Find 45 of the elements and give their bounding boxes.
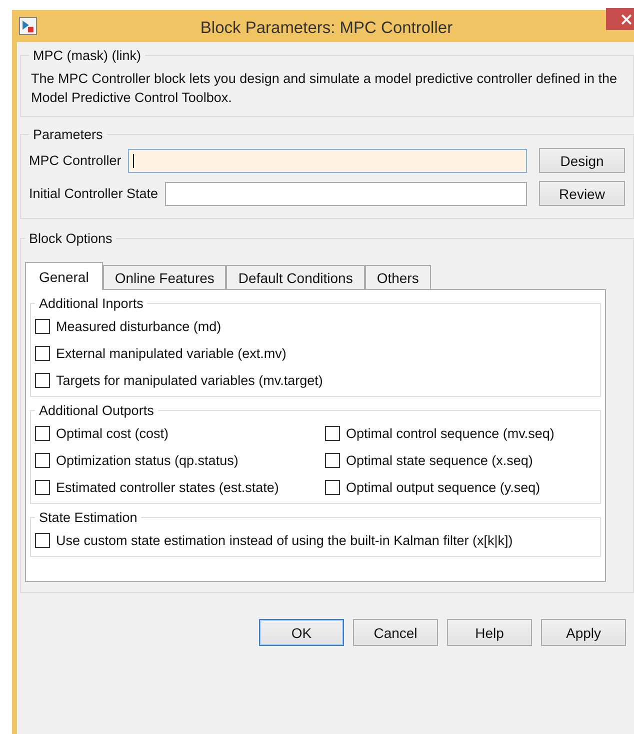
dialog-button[interactable]: Help xyxy=(447,619,532,646)
checkbox-option[interactable]: Optimal control sequence (mv.seq) xyxy=(325,426,592,441)
panel-title: Block Options xyxy=(28,231,114,246)
tab[interactable]: Default Conditions xyxy=(226,265,365,289)
input-field[interactable] xyxy=(165,182,527,206)
checkbox-option[interactable]: Targets for manipulated variables (mv.target) xyxy=(35,373,592,388)
dialog-button[interactable]: OK xyxy=(259,619,344,646)
checkbox-option[interactable]: Optimal state sequence (x.seq) xyxy=(325,453,592,468)
panel-title: Parameters xyxy=(32,127,104,142)
checkbox[interactable] xyxy=(35,373,50,388)
checkbox[interactable] xyxy=(325,426,340,441)
checkbox-option[interactable]: Optimal cost (cost) xyxy=(35,426,325,441)
close-icon xyxy=(620,14,632,24)
checkbox[interactable] xyxy=(35,453,50,468)
checkbox-option[interactable]: Measured disturbance (md) xyxy=(35,319,592,334)
action-button[interactable]: Review xyxy=(539,181,625,206)
tab[interactable]: Others xyxy=(364,265,431,289)
tab[interactable]: Online Features xyxy=(102,265,226,289)
checkbox-option[interactable]: External manipulated variable (ext.mv) xyxy=(35,346,592,361)
field-label: MPC Controller xyxy=(29,153,122,168)
checkbox-option[interactable]: Estimated controller states (est.state) xyxy=(35,480,325,495)
checkbox[interactable] xyxy=(35,426,50,441)
checkbox[interactable] xyxy=(325,453,340,468)
checkbox[interactable] xyxy=(35,480,50,495)
input-field[interactable] xyxy=(128,148,527,172)
action-button[interactable]: Design xyxy=(539,148,625,173)
group-title: Additional Inports xyxy=(38,296,144,311)
panel-title: MPC (mask) (link) xyxy=(32,48,142,63)
group-title: Additional Outports xyxy=(38,403,155,418)
checkbox[interactable] xyxy=(35,319,50,334)
dialog-button[interactable]: Apply xyxy=(541,619,626,646)
window-title: Block Parameters: MPC Controller xyxy=(199,18,454,38)
block-icon xyxy=(19,17,37,35)
checkbox-option[interactable]: Optimization status (qp.status) xyxy=(35,453,325,468)
close-button[interactable] xyxy=(606,8,634,30)
checkbox[interactable] xyxy=(35,346,50,361)
checkbox-option[interactable]: Use custom state estimation instead of using the built-in Kalman filter (x[k|k]) xyxy=(35,533,592,548)
field-label: Initial Controller State xyxy=(29,186,158,201)
checkbox-option[interactable]: Optimal output sequence (y.seq) xyxy=(325,480,592,495)
dialog-button[interactable]: Cancel xyxy=(353,619,438,646)
group-title: State Estimation xyxy=(38,510,138,525)
checkbox[interactable] xyxy=(325,480,340,495)
tab[interactable]: General xyxy=(25,262,103,290)
checkbox[interactable] xyxy=(35,533,50,548)
description-text: The MPC Controller block lets you design and simulate a model predictive controller defined in the Model Predictive Control Toolbox. xyxy=(31,70,618,107)
